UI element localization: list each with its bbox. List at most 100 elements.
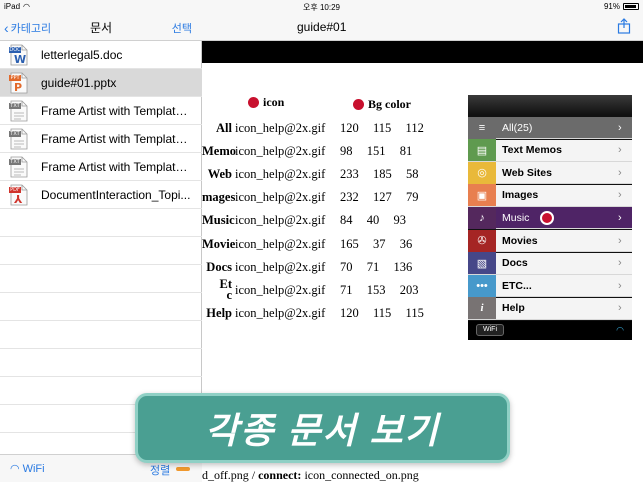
row-rgb-values: 71 153 203: [340, 282, 419, 297]
row-icon-file: icon_help@2x.gif: [235, 259, 326, 274]
file-row[interactable]: TXT Frame Artist with Template...: [0, 125, 202, 153]
row-category: Memo: [202, 144, 237, 159]
file-type-badge: TXT: [10, 102, 20, 109]
menu-item-images: ▣ Images ›: [468, 184, 632, 207]
empty-list-row: [0, 237, 202, 265]
menu-item-web-sites: ◎ Web Sites ›: [468, 161, 632, 185]
row-category: Movie: [202, 236, 236, 251]
red-dot-icon: [540, 210, 554, 225]
file-row[interactable]: TXT Frame Artist with Template...: [0, 97, 202, 125]
file-name: letterlegal5.doc: [41, 47, 123, 62]
chevron-right-icon: ›: [618, 257, 622, 270]
chevron-right-icon: ›: [618, 144, 622, 157]
txt-icon: TXT: [9, 128, 29, 150]
row-rgb-values: 98 151 81: [340, 144, 413, 159]
wifi-button[interactable]: ◠ WiFi: [10, 462, 45, 476]
row-category: Et c: [219, 276, 233, 302]
file-type-letter: W: [14, 52, 27, 66]
wifi-icon: ◠: [616, 325, 624, 335]
file-name: DocumentInteraction_Topi...: [41, 187, 191, 202]
menu-bottom-bar: WiFi ◠: [468, 321, 632, 340]
row-icon-file: icon_help@2x.gif: [235, 282, 326, 297]
row-rgb-values: 232 127 79: [340, 190, 419, 205]
menu-item-label: ETC...: [502, 279, 532, 292]
menu-item-label: All(25): [502, 121, 533, 134]
chevron-right-icon: ›: [618, 121, 622, 134]
chevron-right-icon: ›: [618, 189, 622, 202]
menu-item-etc: ••• ETC... ›: [468, 274, 632, 298]
chevron-right-icon: ›: [618, 234, 622, 247]
menu-top-bar: [468, 95, 632, 115]
promo-banner: 각종 문서 보기: [135, 393, 510, 463]
file-row[interactable]: PPT P guide#01.pptx: [0, 69, 202, 97]
share-icon[interactable]: [617, 18, 631, 34]
chevron-right-icon: ›: [618, 211, 622, 224]
menu-item-label: Music: [502, 211, 530, 224]
file-row[interactable]: TXT Frame Artist with Template...: [0, 153, 202, 181]
sort-indicator: [176, 467, 190, 471]
row-category: Docs: [206, 259, 232, 274]
sort-button[interactable]: 정렬: [150, 462, 170, 478]
compass-icon: ◎: [468, 161, 496, 184]
wifi-icon: ◠: [10, 463, 20, 475]
row-category: Web: [207, 167, 232, 182]
more-icon: •••: [468, 274, 496, 297]
file-type-letter: ⅄: [14, 192, 23, 206]
bg-color-column-header: Bg color: [353, 97, 411, 112]
slide-header-band: [202, 41, 643, 63]
row-icon-file: icon_help@2x.gif: [235, 305, 326, 320]
menu-item-label: Images: [502, 189, 539, 202]
row-category: mages: [202, 190, 236, 205]
slide-menu-preview: ≡ All(25) › ▤ Text Memos › ◎ Web Sites › ▣ Images ›…: [468, 95, 632, 340]
row-rgb-values: 233 185 58: [340, 167, 419, 182]
row-rgb-values: 120 115 112: [340, 121, 424, 135]
file-list: DOC W letterlegal5.doc PPT P guide#01.pptx TXT…: [0, 41, 202, 433]
sidebar-nav-bar: ‹ 카테고리 문서 선택: [0, 14, 202, 41]
row-rgb-values: 84 40 93: [340, 213, 406, 228]
wifi-chip: WiFi: [476, 324, 504, 336]
empty-list-row: [0, 321, 202, 349]
menu-item-music: ♪ Music ›: [468, 206, 632, 230]
menu-item-all-25: ≡ All(25) ›: [468, 116, 632, 139]
row-category: All: [216, 121, 232, 135]
chevron-right-icon: ›: [618, 166, 622, 179]
red-dot-icon: [353, 99, 364, 110]
empty-list-row: [0, 349, 202, 377]
status-time: 오후 10:29: [303, 3, 340, 12]
menu-item-label: Web Sites: [502, 166, 552, 179]
battery-percent: 91%: [603, 2, 620, 11]
menu-item-movies: ✇ Movies ›: [468, 229, 632, 252]
chevron-right-icon: ›: [618, 279, 622, 292]
file-row[interactable]: PDF ⅄ DocumentInteraction_Topi...: [0, 181, 202, 209]
txt-icon: TXT: [9, 156, 29, 178]
file-name: Frame Artist with Template...: [41, 159, 193, 174]
viewer-title: guide#01: [297, 20, 347, 34]
music-icon: ♪: [468, 206, 496, 229]
row-icon-file: icon_help@2x.gif: [235, 121, 326, 135]
doc-icon: DOC W: [9, 44, 29, 66]
menu-item-label: Text Memos: [502, 144, 562, 157]
memo-icon: ▤: [468, 139, 496, 162]
row-icon-file: icon_help@2x.gif: [235, 236, 326, 251]
status-bar: iPad ◠ 오후 10:29 91%: [0, 0, 643, 14]
info-icon: i: [468, 297, 496, 320]
empty-list-row: [0, 293, 202, 321]
viewer-nav-bar: [202, 14, 643, 41]
ppt-icon: PPT P: [9, 72, 29, 94]
file-row[interactable]: DOC W letterlegal5.doc: [0, 41, 202, 69]
row-icon-file: icon_help@2x.gif: [235, 213, 326, 228]
empty-list-row: [0, 265, 202, 293]
empty-list-row: [0, 209, 202, 237]
chevron-right-icon: ›: [618, 302, 622, 315]
red-dot-icon: [248, 97, 259, 108]
row-rgb-values: 120 115 115: [340, 305, 424, 320]
docs-icon: ▧: [468, 252, 496, 275]
banner-text: 각종 문서 보기: [205, 410, 440, 451]
file-name: Frame Artist with Template...: [41, 103, 193, 118]
row-category: Help: [206, 305, 232, 320]
row-icon-file: icon_help@2x.gif: [235, 144, 326, 159]
menu-item-label: Docs: [502, 257, 528, 270]
select-button[interactable]: 선택: [172, 20, 192, 36]
row-icon-file: icon_help@2x.gif: [235, 190, 326, 205]
file-type-badge: TXT: [10, 158, 20, 165]
